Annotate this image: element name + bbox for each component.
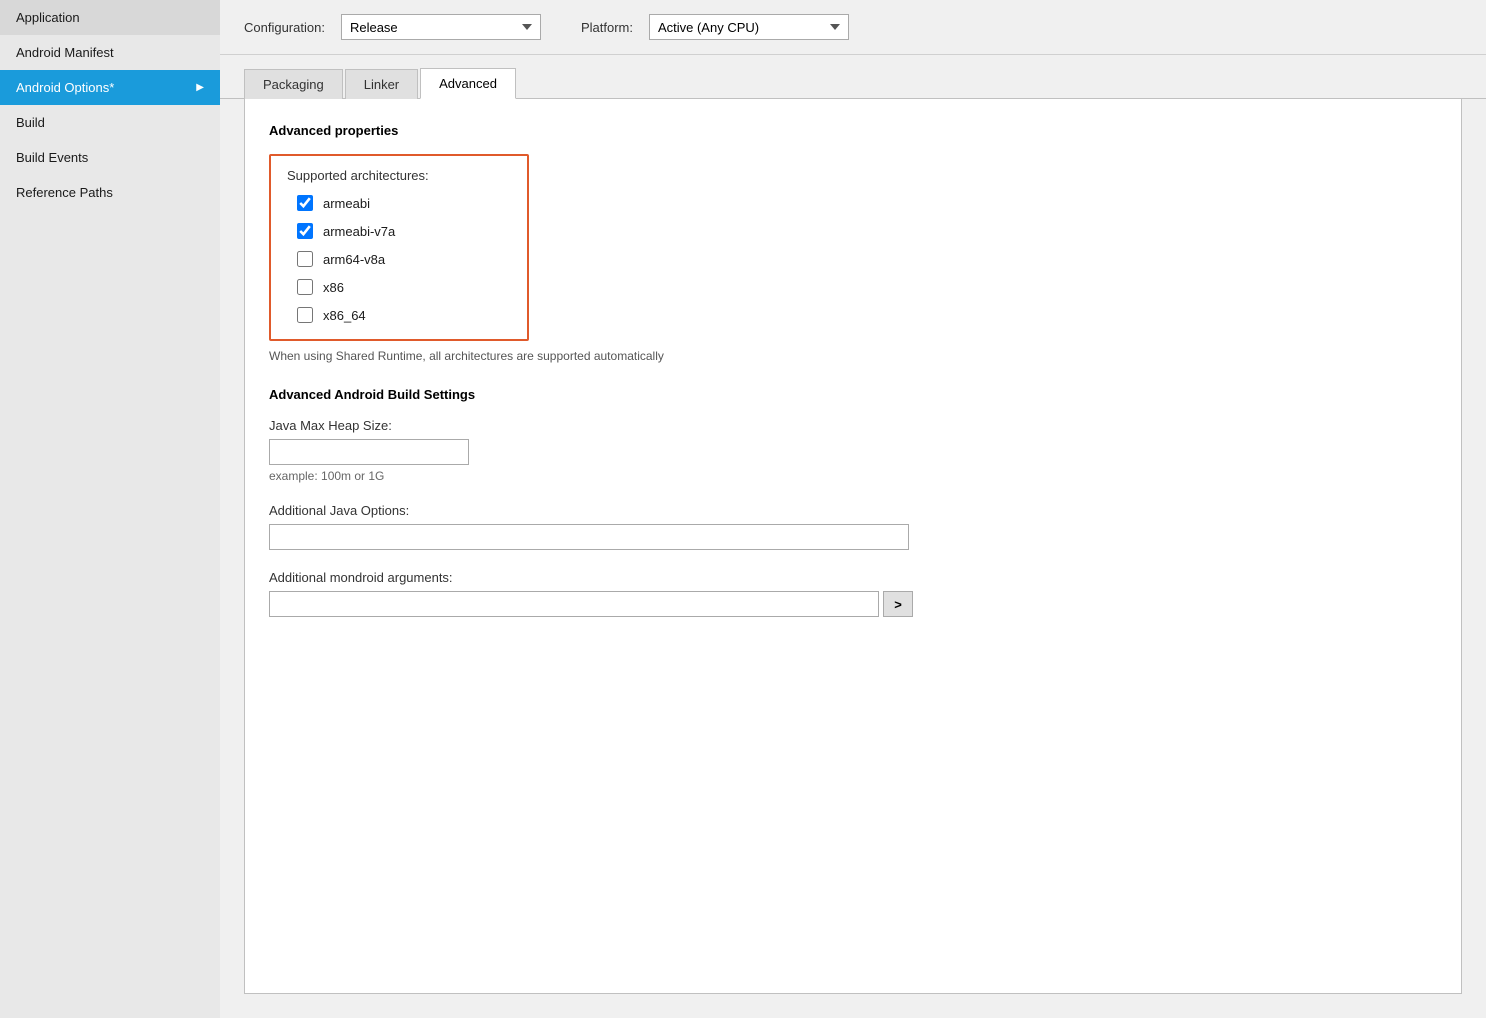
java-heap-group: Java Max Heap Size: example: 100m or 1G — [269, 418, 1437, 483]
mondroid-args-group: Additional mondroid arguments: > — [269, 570, 1437, 617]
sidebar-item-build[interactable]: Build — [0, 105, 220, 140]
section-title: Advanced properties — [269, 123, 1437, 138]
java-options-group: Additional Java Options: — [269, 503, 1437, 550]
sidebar-item-application[interactable]: Application — [0, 0, 220, 35]
tab-packaging[interactable]: Packaging — [244, 69, 343, 99]
sidebar-item-android-manifest[interactable]: Android Manifest — [0, 35, 220, 70]
architectures-box: Supported architectures: armeabi armeabi… — [269, 154, 529, 341]
mondroid-browse-button[interactable]: > — [883, 591, 913, 617]
content-area: Configuration: Release Debug All Configu… — [220, 0, 1486, 1018]
armeabi-checkbox[interactable] — [297, 195, 313, 211]
sidebar-item-build-events[interactable]: Build Events — [0, 140, 220, 175]
arch-armeabi: armeabi — [297, 195, 511, 211]
arch-label: Supported architectures: — [287, 168, 511, 183]
java-heap-label: Java Max Heap Size: — [269, 418, 1437, 433]
sidebar: Application Android Manifest Android Opt… — [0, 0, 220, 1018]
advanced-panel: Advanced properties Supported architectu… — [244, 99, 1462, 994]
armeabi-v7a-label[interactable]: armeabi-v7a — [323, 224, 395, 239]
arch-armeabi-v7a: armeabi-v7a — [297, 223, 511, 239]
x86-64-label[interactable]: x86_64 — [323, 308, 366, 323]
arch-x86: x86 — [297, 279, 511, 295]
arch-note: When using Shared Runtime, all architect… — [269, 349, 1437, 363]
tab-linker[interactable]: Linker — [345, 69, 418, 99]
x86-checkbox[interactable] — [297, 279, 313, 295]
mondroid-args-label: Additional mondroid arguments: — [269, 570, 1437, 585]
mondroid-args-input[interactable] — [269, 591, 879, 617]
platform-select[interactable]: Active (Any CPU) Any CPU x86 x64 — [649, 14, 849, 40]
armeabi-label[interactable]: armeabi — [323, 196, 370, 211]
armeabi-v7a-checkbox[interactable] — [297, 223, 313, 239]
main-layout: Application Android Manifest Android Opt… — [0, 0, 1486, 1018]
x86-label[interactable]: x86 — [323, 280, 344, 295]
java-options-input[interactable] — [269, 524, 909, 550]
build-settings-title: Advanced Android Build Settings — [269, 387, 1437, 402]
config-select[interactable]: Release Debug All Configurations — [341, 14, 541, 40]
arch-x86-64: x86_64 — [297, 307, 511, 323]
java-options-label: Additional Java Options: — [269, 503, 1437, 518]
sidebar-item-android-options[interactable]: Android Options* — [0, 70, 220, 105]
x86-64-checkbox[interactable] — [297, 307, 313, 323]
java-heap-input[interactable] — [269, 439, 469, 465]
tabs-bar: Packaging Linker Advanced — [220, 55, 1486, 99]
mondroid-args-field: > — [269, 591, 1437, 617]
arm64-v8a-checkbox[interactable] — [297, 251, 313, 267]
sidebar-item-reference-paths[interactable]: Reference Paths — [0, 175, 220, 210]
config-label: Configuration: — [244, 20, 325, 35]
tab-advanced[interactable]: Advanced — [420, 68, 516, 99]
arm64-v8a-label[interactable]: arm64-v8a — [323, 252, 385, 267]
arch-arm64-v8a: arm64-v8a — [297, 251, 511, 267]
java-heap-hint: example: 100m or 1G — [269, 469, 1437, 483]
top-bar: Configuration: Release Debug All Configu… — [220, 0, 1486, 55]
platform-label: Platform: — [581, 20, 633, 35]
